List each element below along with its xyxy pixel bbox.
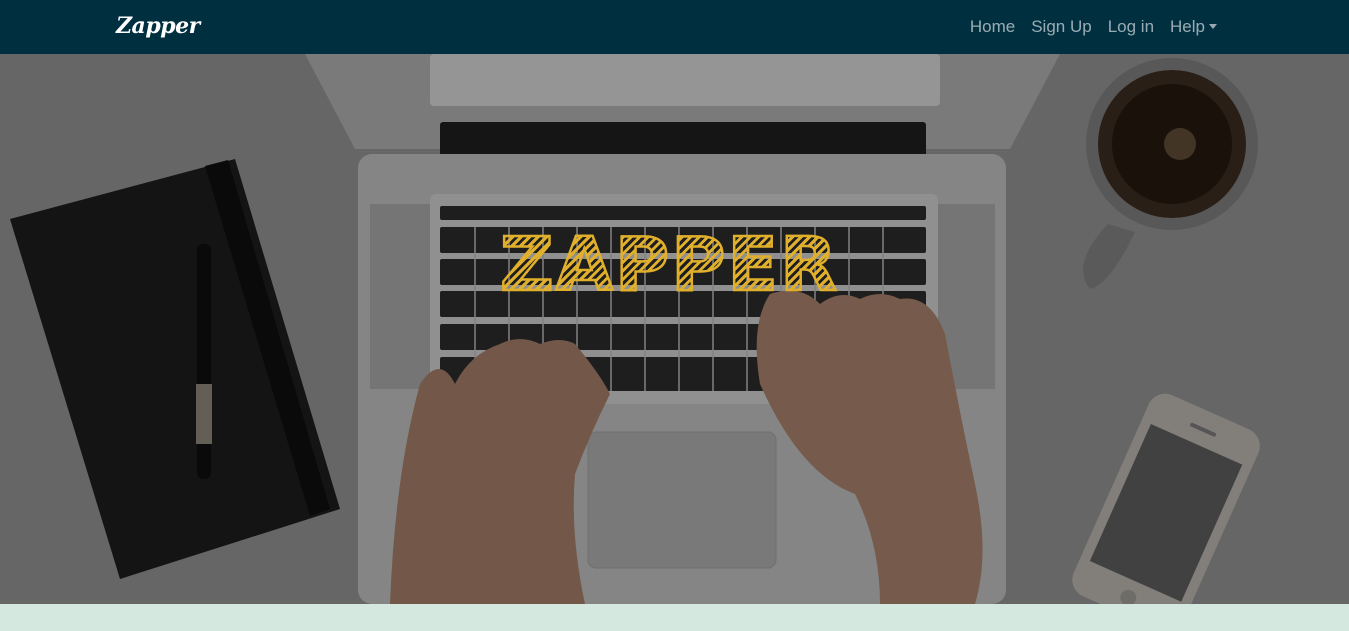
nav-dropdown-help-label: Help	[1170, 17, 1205, 36]
hero-title: ZAPPER	[499, 221, 839, 310]
nav-link-signup[interactable]: Sign Up	[1031, 17, 1091, 37]
nav-menu: Home Sign Up Log in Help	[970, 0, 1217, 54]
content-section-top	[0, 604, 1349, 631]
hero-banner: ZAPPER ZAPPER	[0, 54, 1349, 604]
nav-link-login[interactable]: Log in	[1108, 17, 1154, 37]
nav-link-home[interactable]: Home	[970, 17, 1015, 37]
nav-dropdown-help[interactable]: Help	[1170, 17, 1217, 37]
brand-logo[interactable]: Zapper	[116, 13, 200, 39]
caret-down-icon	[1209, 24, 1217, 29]
hero-background-image	[0, 54, 1349, 604]
top-navbar: Zapper Home Sign Up Log in Help	[0, 0, 1349, 54]
